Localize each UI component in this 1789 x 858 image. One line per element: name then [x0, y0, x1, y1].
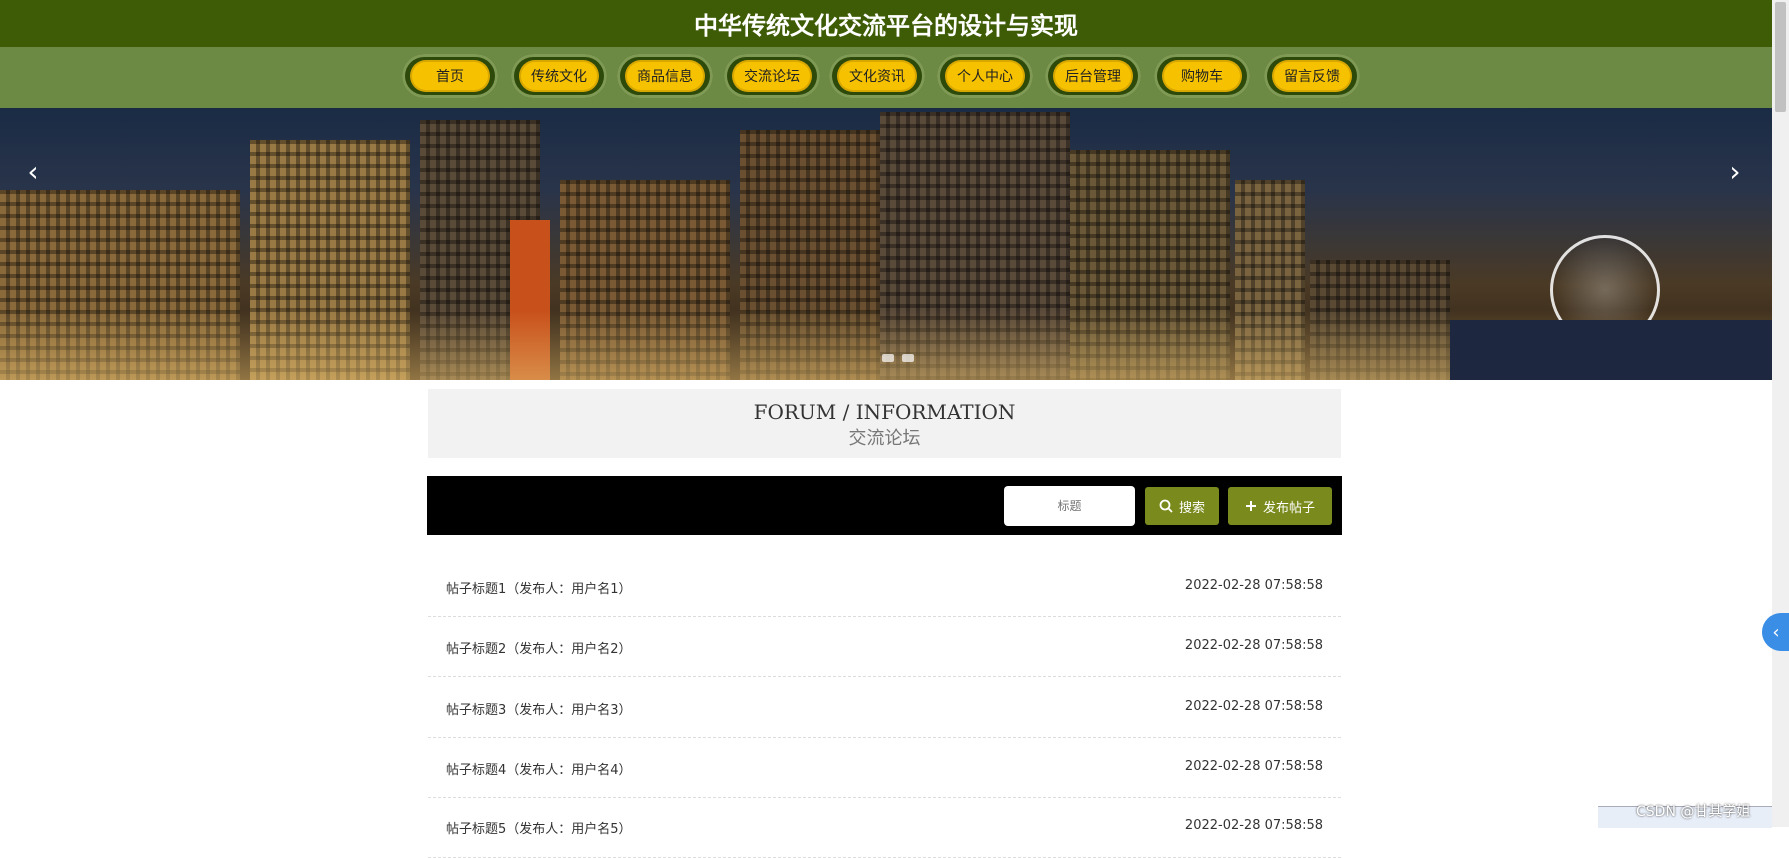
search-toolbar: 搜索 发布帖子	[427, 476, 1342, 535]
nav-item-home[interactable]: 首页	[402, 54, 498, 98]
post-time: 2022-02-28 07:58:58	[1184, 818, 1323, 833]
post-title[interactable]: 帖子标题2（发布人：用户名2）	[446, 638, 632, 657]
post-time: 2022-02-28 07:58:58	[1184, 759, 1323, 774]
watermark: CSDN @甘其学姐	[1636, 804, 1751, 820]
search-button[interactable]: 搜索	[1145, 487, 1219, 525]
post-title[interactable]: 帖子标题3（发布人：用户名3）	[446, 699, 632, 718]
post-row[interactable]: 帖子标题5（发布人：用户名5） 2022-02-28 07:58:58	[428, 797, 1341, 858]
site-title: 中华传统文化交流平台的设计与实现	[0, 0, 1772, 47]
post-title[interactable]: 帖子标题1（发布人：用户名1）	[446, 578, 632, 597]
nav-label: 后台管理	[1055, 62, 1131, 90]
waterfront	[1450, 320, 1772, 380]
post-row[interactable]: 帖子标题1（发布人：用户名1） 2022-02-28 07:58:58	[428, 556, 1341, 617]
nav-label: 交流论坛	[734, 62, 810, 90]
post-row[interactable]: 帖子标题4（发布人：用户名4） 2022-02-28 07:58:58	[428, 737, 1341, 798]
nav-label: 文化资讯	[839, 62, 915, 90]
carousel-dot[interactable]	[882, 354, 894, 362]
post-title[interactable]: 帖子标题4（发布人：用户名4）	[446, 759, 632, 778]
nav-label: 购物车	[1164, 62, 1240, 90]
chevron-left-icon: ‹	[27, 154, 39, 188]
section-header: FORUM / INFORMATION 交流论坛	[428, 389, 1341, 458]
nav-label: 首页	[412, 62, 488, 90]
post-time: 2022-02-28 07:58:58	[1184, 578, 1323, 593]
nav-label: 传统文化	[521, 62, 597, 90]
plus-icon	[1245, 501, 1256, 511]
nav-item-culture[interactable]: 传统文化	[511, 54, 607, 98]
carousel-prev-button[interactable]: ‹	[18, 151, 48, 191]
post-time: 2022-02-28 07:58:58	[1184, 699, 1323, 714]
nav-item-forum[interactable]: 交流论坛	[724, 54, 820, 98]
nav-label: 个人中心	[947, 62, 1023, 90]
chevron-left-icon: ‹	[1772, 621, 1780, 643]
post-title[interactable]: 帖子标题5（发布人：用户名5）	[446, 818, 632, 837]
chevron-right-icon: ›	[1729, 154, 1741, 188]
new-post-button[interactable]: 发布帖子	[1228, 487, 1332, 525]
nav-item-cart[interactable]: 购物车	[1154, 54, 1250, 98]
search-button-label: 搜索	[1178, 500, 1205, 516]
hero-banner	[0, 108, 1772, 380]
nav-item-admin[interactable]: 后台管理	[1045, 54, 1141, 98]
carousel-dot[interactable]	[902, 354, 914, 362]
search-icon	[1159, 499, 1173, 513]
post-row[interactable]: 帖子标题3（发布人：用户名3） 2022-02-28 07:58:58	[428, 677, 1341, 738]
search-input[interactable]	[1004, 486, 1135, 526]
scrollbar-thumb[interactable]	[1775, 2, 1786, 112]
nav-label: 商品信息	[627, 62, 703, 90]
post-row[interactable]: 帖子标题2（发布人：用户名2） 2022-02-28 07:58:58	[428, 616, 1341, 677]
section-title-en: FORUM / INFORMATION	[753, 400, 1016, 424]
nav-label: 留言反馈	[1274, 62, 1350, 90]
new-post-button-label: 发布帖子	[1262, 500, 1315, 516]
post-time: 2022-02-28 07:58:58	[1184, 638, 1323, 653]
nav-item-news[interactable]: 文化资讯	[829, 54, 925, 98]
main-nav: 首页 传统文化 商品信息 交流论坛 文化资讯 个人中心 后台管理 购物车 留言反…	[0, 47, 1772, 108]
nav-item-products[interactable]: 商品信息	[617, 54, 713, 98]
nav-item-feedback[interactable]: 留言反馈	[1264, 54, 1360, 98]
page-scrollbar[interactable]	[1772, 0, 1789, 827]
carousel-next-button[interactable]: ›	[1720, 151, 1750, 191]
nav-item-profile[interactable]: 个人中心	[937, 54, 1033, 98]
section-title-cn: 交流论坛	[848, 428, 921, 449]
side-panel-toggle[interactable]: ‹	[1762, 613, 1789, 651]
